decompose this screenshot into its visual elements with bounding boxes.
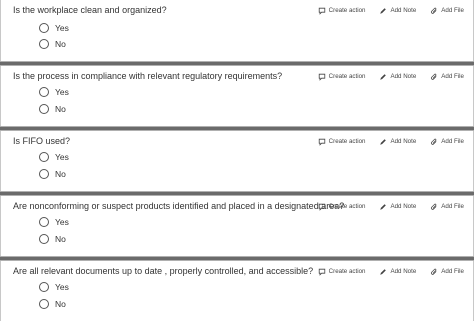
add-note-button[interactable]: Add Note bbox=[379, 203, 416, 211]
radio-button[interactable] bbox=[39, 152, 49, 162]
option-yes[interactable]: Yes bbox=[39, 151, 69, 163]
create-action-label: Create action bbox=[328, 7, 366, 14]
add-file-label: Add File bbox=[441, 203, 464, 210]
question-actions: Create action Add Note Add File bbox=[318, 201, 464, 212]
option-label: No bbox=[55, 104, 66, 114]
question-text: Is FIFO used? bbox=[13, 136, 71, 146]
option-yes[interactable]: Yes bbox=[39, 22, 69, 34]
question-actions: Create action Add Note Add File bbox=[318, 5, 464, 16]
radio-button[interactable] bbox=[39, 217, 49, 227]
pencil-icon bbox=[380, 268, 387, 275]
question-card: Is the workplace clean and organized? Cr… bbox=[0, 0, 474, 61]
option-label: No bbox=[55, 39, 66, 49]
option-label: No bbox=[55, 299, 66, 309]
radio-button[interactable] bbox=[39, 87, 49, 97]
add-file-button[interactable]: Add File bbox=[430, 268, 464, 276]
pencil-icon bbox=[380, 7, 387, 14]
comment-icon bbox=[318, 73, 325, 81]
pencil-icon bbox=[380, 138, 387, 145]
paperclip-icon bbox=[431, 268, 437, 275]
question-card: Are all relevant documents up to date , … bbox=[0, 261, 474, 321]
create-action-button[interactable]: Create action bbox=[318, 73, 366, 81]
question-text: Is the process in compliance with releva… bbox=[13, 71, 283, 81]
paperclip-icon bbox=[431, 138, 437, 145]
add-note-label: Add Note bbox=[390, 138, 417, 145]
add-file-label: Add File bbox=[441, 268, 464, 275]
option-no[interactable]: No bbox=[39, 103, 66, 115]
option-label: Yes bbox=[55, 87, 69, 97]
create-action-button[interactable]: Create action bbox=[318, 203, 366, 211]
add-note-button[interactable]: Add Note bbox=[379, 73, 416, 81]
radio-button[interactable] bbox=[39, 169, 49, 179]
radio-button[interactable] bbox=[39, 23, 49, 33]
add-note-label: Add Note bbox=[390, 268, 417, 275]
option-no[interactable]: No bbox=[39, 298, 66, 310]
option-label: Yes bbox=[55, 217, 69, 227]
option-no[interactable]: No bbox=[39, 233, 66, 245]
create-action-label: Create action bbox=[328, 203, 366, 210]
question-card: Is the process in compliance with releva… bbox=[0, 66, 474, 127]
radio-button[interactable] bbox=[39, 39, 49, 49]
question-text: Are nonconforming or suspect products id… bbox=[13, 201, 345, 211]
add-file-button[interactable]: Add File bbox=[430, 203, 464, 211]
comment-icon bbox=[318, 7, 325, 15]
option-label: Yes bbox=[55, 152, 69, 162]
question-actions: Create action Add Note Add File bbox=[318, 71, 464, 82]
option-yes[interactable]: Yes bbox=[39, 281, 69, 293]
pencil-icon bbox=[380, 73, 387, 80]
question-card: Are nonconforming or suspect products id… bbox=[0, 196, 474, 257]
add-note-label: Add Note bbox=[390, 7, 417, 14]
radio-button[interactable] bbox=[39, 104, 49, 114]
add-file-label: Add File bbox=[441, 138, 464, 145]
question-text: Is the workplace clean and organized? bbox=[13, 5, 167, 15]
add-note-button[interactable]: Add Note bbox=[379, 138, 416, 146]
question-actions: Create action Add Note Add File bbox=[318, 266, 464, 277]
add-file-button[interactable]: Add File bbox=[430, 73, 464, 81]
radio-button[interactable] bbox=[39, 234, 49, 244]
comment-icon bbox=[318, 203, 325, 211]
option-label: No bbox=[55, 234, 66, 244]
add-file-label: Add File bbox=[441, 7, 464, 14]
comment-icon bbox=[318, 268, 325, 276]
add-file-button[interactable]: Add File bbox=[430, 7, 464, 15]
add-note-button[interactable]: Add Note bbox=[379, 7, 416, 15]
create-action-label: Create action bbox=[328, 73, 366, 80]
add-note-label: Add Note bbox=[390, 203, 417, 210]
add-file-button[interactable]: Add File bbox=[430, 138, 464, 146]
create-action-label: Create action bbox=[328, 268, 366, 275]
option-label: Yes bbox=[55, 282, 69, 292]
question-card: Is FIFO used? Create action Add Note Add… bbox=[0, 131, 474, 192]
create-action-button[interactable]: Create action bbox=[318, 7, 366, 15]
paperclip-icon bbox=[431, 73, 437, 80]
add-note-button[interactable]: Add Note bbox=[379, 268, 416, 276]
question-text: Are all relevant documents up to date , … bbox=[13, 266, 314, 276]
add-note-label: Add Note bbox=[390, 73, 417, 80]
comment-icon bbox=[318, 138, 325, 146]
option-yes[interactable]: Yes bbox=[39, 86, 69, 98]
question-actions: Create action Add Note Add File bbox=[318, 136, 464, 147]
create-action-button[interactable]: Create action bbox=[318, 268, 366, 276]
paperclip-icon bbox=[431, 7, 437, 14]
option-no[interactable]: No bbox=[39, 38, 66, 50]
radio-button[interactable] bbox=[39, 299, 49, 309]
create-action-label: Create action bbox=[328, 138, 366, 145]
create-action-button[interactable]: Create action bbox=[318, 138, 366, 146]
paperclip-icon bbox=[431, 203, 437, 210]
option-label: No bbox=[55, 169, 66, 179]
option-label: Yes bbox=[55, 23, 69, 33]
option-yes[interactable]: Yes bbox=[39, 216, 69, 228]
pencil-icon bbox=[380, 203, 387, 210]
add-file-label: Add File bbox=[441, 73, 464, 80]
radio-button[interactable] bbox=[39, 282, 49, 292]
option-no[interactable]: No bbox=[39, 168, 66, 180]
